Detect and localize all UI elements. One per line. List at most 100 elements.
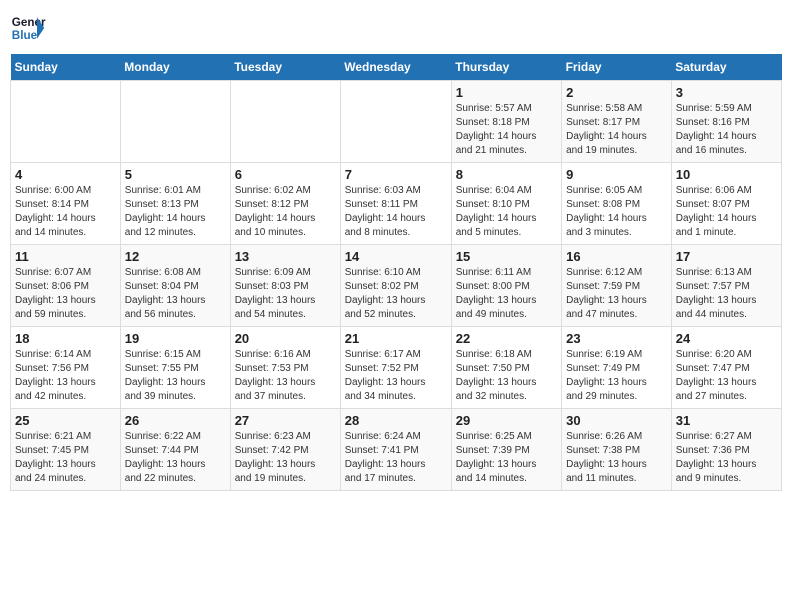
day-cell: 24 Sunrise: 6:20 AM Sunset: 7:47 PM Dayli… [671, 327, 781, 409]
day-number: 25 [15, 413, 116, 428]
day-cell: 10 Sunrise: 6:06 AM Sunset: 8:07 PM Dayli… [671, 163, 781, 245]
day-cell: 23Sunrise: 6:19 AM Sunset: 7:49 PM Dayli… [562, 327, 672, 409]
day-cell: 18Sunrise: 6:14 AM Sunset: 7:56 PM Dayli… [11, 327, 121, 409]
day-number: 5 [125, 167, 226, 182]
weekday-header-wednesday: Wednesday [340, 54, 451, 81]
day-number: 4 [15, 167, 116, 182]
weekday-header-row: SundayMondayTuesdayWednesdayThursdayFrid… [11, 54, 782, 81]
day-number: 30 [566, 413, 667, 428]
week-row-2: 4 Sunrise: 6:00 AM Sunset: 8:14 PM Daylig… [11, 163, 782, 245]
day-info: Sunrise: 6:17 AM Sunset: 7:52 PM Dayligh… [345, 348, 447, 404]
day-number: 20 [235, 331, 336, 346]
page-header: General Blue [10, 10, 782, 46]
day-cell: 15Sunrise: 6:11 AM Sunset: 8:00 PM Dayli… [451, 245, 561, 327]
day-cell: 26 Sunrise: 6:22 AM Sunset: 7:44 PM Dayli… [120, 409, 230, 491]
day-cell [11, 81, 121, 163]
day-cell: 20 Sunrise: 6:16 AM Sunset: 7:53 PM Dayli… [230, 327, 340, 409]
day-cell: 9 Sunrise: 6:05 AM Sunset: 8:08 PM Daylig… [562, 163, 672, 245]
day-number: 23 [566, 331, 667, 346]
day-info: Sunrise: 6:08 AM Sunset: 8:04 PM Dayligh… [125, 266, 226, 322]
day-number: 27 [235, 413, 336, 428]
day-info: Sunrise: 6:23 AM Sunset: 7:42 PM Dayligh… [235, 430, 336, 486]
day-info: Sunrise: 6:18 AM Sunset: 7:50 PM Dayligh… [456, 348, 557, 404]
day-info: Sunrise: 5:59 AM Sunset: 8:16 PM Dayligh… [676, 102, 777, 158]
day-info: Sunrise: 6:20 AM Sunset: 7:47 PM Dayligh… [676, 348, 777, 404]
day-number: 28 [345, 413, 447, 428]
day-number: 9 [566, 167, 667, 182]
day-cell: 2Sunrise: 5:58 AM Sunset: 8:17 PM Daylig… [562, 81, 672, 163]
day-info: Sunrise: 6:15 AM Sunset: 7:55 PM Dayligh… [125, 348, 226, 404]
day-cell: 29Sunrise: 6:25 AM Sunset: 7:39 PM Dayli… [451, 409, 561, 491]
day-number: 24 [676, 331, 777, 346]
weekday-header-saturday: Saturday [671, 54, 781, 81]
day-cell: 30 Sunrise: 6:26 AM Sunset: 7:38 PM Dayli… [562, 409, 672, 491]
day-info: Sunrise: 5:57 AM Sunset: 8:18 PM Dayligh… [456, 102, 557, 158]
day-number: 11 [15, 249, 116, 264]
day-number: 13 [235, 249, 336, 264]
day-number: 6 [235, 167, 336, 182]
calendar-body: 1 Sunrise: 5:57 AM Sunset: 8:18 PM Daylig… [11, 81, 782, 491]
day-number: 14 [345, 249, 447, 264]
day-info: Sunrise: 6:22 AM Sunset: 7:44 PM Dayligh… [125, 430, 226, 486]
day-cell: 12 Sunrise: 6:08 AM Sunset: 8:04 PM Dayli… [120, 245, 230, 327]
day-info: Sunrise: 6:04 AM Sunset: 8:10 PM Dayligh… [456, 184, 557, 240]
day-number: 26 [125, 413, 226, 428]
day-cell: 31 Sunrise: 6:27 AM Sunset: 7:36 PM Dayli… [671, 409, 781, 491]
day-cell: 13 Sunrise: 6:09 AM Sunset: 8:03 PM Dayli… [230, 245, 340, 327]
day-number: 3 [676, 85, 777, 100]
day-cell [340, 81, 451, 163]
svg-text:Blue: Blue [12, 29, 38, 42]
day-cell: 6Sunrise: 6:02 AM Sunset: 8:12 PM Daylig… [230, 163, 340, 245]
weekday-header-friday: Friday [562, 54, 672, 81]
day-cell: 5 Sunrise: 6:01 AM Sunset: 8:13 PM Daylig… [120, 163, 230, 245]
day-number: 21 [345, 331, 447, 346]
week-row-1: 1 Sunrise: 5:57 AM Sunset: 8:18 PM Daylig… [11, 81, 782, 163]
day-cell: 1 Sunrise: 5:57 AM Sunset: 8:18 PM Daylig… [451, 81, 561, 163]
day-info: Sunrise: 6:09 AM Sunset: 8:03 PM Dayligh… [235, 266, 336, 322]
day-cell: 17Sunrise: 6:13 AM Sunset: 7:57 PM Dayli… [671, 245, 781, 327]
day-info: Sunrise: 6:11 AM Sunset: 8:00 PM Dayligh… [456, 266, 557, 322]
weekday-header-sunday: Sunday [11, 54, 121, 81]
day-number: 8 [456, 167, 557, 182]
day-cell: 8 Sunrise: 6:04 AM Sunset: 8:10 PM Daylig… [451, 163, 561, 245]
week-row-3: 11 Sunrise: 6:07 AM Sunset: 8:06 PM Dayli… [11, 245, 782, 327]
weekday-header-thursday: Thursday [451, 54, 561, 81]
day-cell: 3 Sunrise: 5:59 AM Sunset: 8:16 PM Daylig… [671, 81, 781, 163]
week-row-5: 25 Sunrise: 6:21 AM Sunset: 7:45 PM Dayli… [11, 409, 782, 491]
day-info: Sunrise: 6:24 AM Sunset: 7:41 PM Dayligh… [345, 430, 447, 486]
day-number: 12 [125, 249, 226, 264]
day-info: Sunrise: 6:21 AM Sunset: 7:45 PM Dayligh… [15, 430, 116, 486]
day-info: Sunrise: 6:10 AM Sunset: 8:02 PM Dayligh… [345, 266, 447, 322]
day-info: Sunrise: 6:03 AM Sunset: 8:11 PM Dayligh… [345, 184, 447, 240]
day-info: Sunrise: 6:26 AM Sunset: 7:38 PM Dayligh… [566, 430, 667, 486]
day-number: 1 [456, 85, 557, 100]
day-info: Sunrise: 6:05 AM Sunset: 8:08 PM Dayligh… [566, 184, 667, 240]
day-info: Sunrise: 6:16 AM Sunset: 7:53 PM Dayligh… [235, 348, 336, 404]
day-cell [120, 81, 230, 163]
day-cell: 28 Sunrise: 6:24 AM Sunset: 7:41 PM Dayli… [340, 409, 451, 491]
day-number: 31 [676, 413, 777, 428]
day-info: Sunrise: 6:01 AM Sunset: 8:13 PM Dayligh… [125, 184, 226, 240]
day-number: 19 [125, 331, 226, 346]
day-number: 16 [566, 249, 667, 264]
weekday-header-tuesday: Tuesday [230, 54, 340, 81]
day-info: Sunrise: 6:00 AM Sunset: 8:14 PM Dayligh… [15, 184, 116, 240]
day-info: Sunrise: 6:27 AM Sunset: 7:36 PM Dayligh… [676, 430, 777, 486]
day-cell: 21 Sunrise: 6:17 AM Sunset: 7:52 PM Dayli… [340, 327, 451, 409]
day-cell: 16 Sunrise: 6:12 AM Sunset: 7:59 PM Dayli… [562, 245, 672, 327]
day-number: 10 [676, 167, 777, 182]
day-cell: 7Sunrise: 6:03 AM Sunset: 8:11 PM Daylig… [340, 163, 451, 245]
day-number: 2 [566, 85, 667, 100]
weekday-header-monday: Monday [120, 54, 230, 81]
day-number: 17 [676, 249, 777, 264]
day-cell: 4 Sunrise: 6:00 AM Sunset: 8:14 PM Daylig… [11, 163, 121, 245]
day-number: 29 [456, 413, 557, 428]
day-cell: 22Sunrise: 6:18 AM Sunset: 7:50 PM Dayli… [451, 327, 561, 409]
day-info: Sunrise: 6:06 AM Sunset: 8:07 PM Dayligh… [676, 184, 777, 240]
day-info: Sunrise: 6:07 AM Sunset: 8:06 PM Dayligh… [15, 266, 116, 322]
day-cell: 19 Sunrise: 6:15 AM Sunset: 7:55 PM Dayli… [120, 327, 230, 409]
logo: General Blue [10, 10, 46, 46]
day-cell: 14 Sunrise: 6:10 AM Sunset: 8:02 PM Dayli… [340, 245, 451, 327]
day-info: Sunrise: 6:12 AM Sunset: 7:59 PM Dayligh… [566, 266, 667, 322]
day-info: Sunrise: 6:14 AM Sunset: 7:56 PM Dayligh… [15, 348, 116, 404]
